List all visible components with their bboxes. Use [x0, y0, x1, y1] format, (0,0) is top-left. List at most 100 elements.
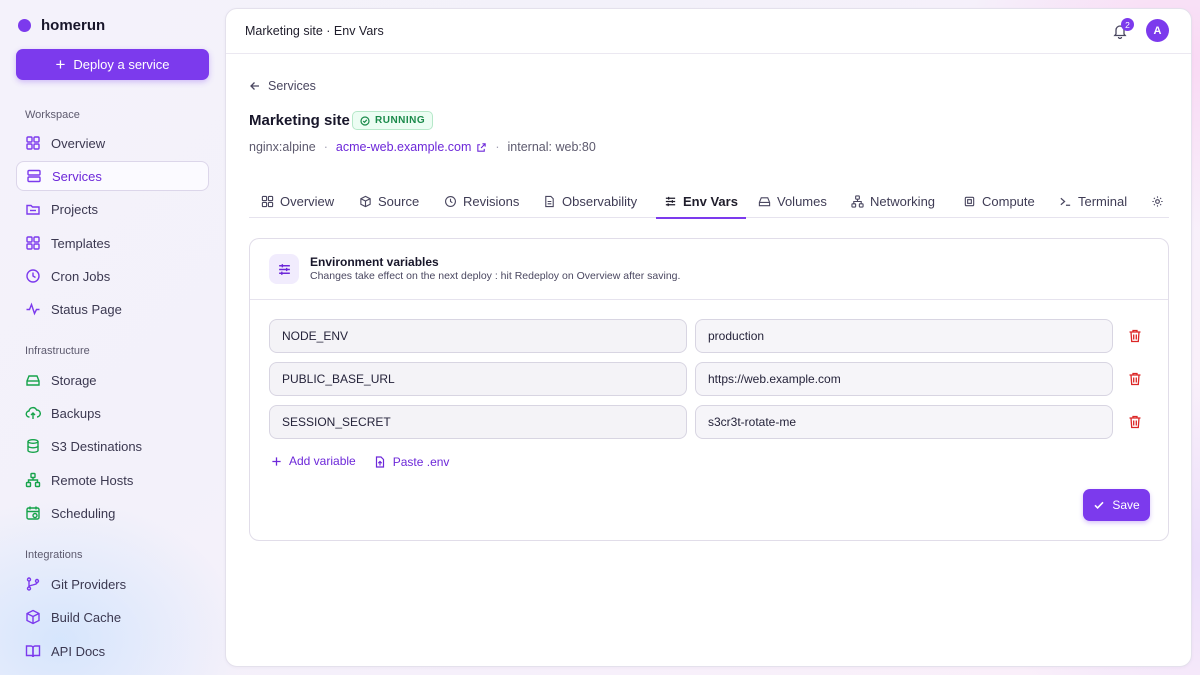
tab-observability[interactable]: Observability: [543, 184, 637, 218]
tab-volumes[interactable]: Volumes: [758, 184, 827, 218]
notification-count-badge: 2: [1121, 18, 1134, 31]
database-icon: [24, 438, 41, 455]
nav-section-workspace: Workspace: [25, 109, 80, 121]
service-meta: nginx:alpine · acme-web.example.com · in…: [249, 140, 596, 154]
sidebar-item-git-providers[interactable]: Git Providers: [16, 569, 209, 599]
sidebar-item-build-cache[interactable]: Build Cache: [16, 602, 209, 632]
service-domain-link[interactable]: acme-web.example.com: [336, 140, 487, 154]
paste-env-button[interactable]: Paste .env: [374, 455, 449, 469]
separator-dot: ·: [323, 140, 328, 154]
history-icon: [445, 195, 456, 207]
tab-env-vars[interactable]: Env Vars: [656, 184, 746, 219]
hard-drive-icon: [24, 372, 41, 389]
env-value-input[interactable]: s3cr3t-rotate-me: [695, 405, 1113, 439]
card-header: Environment variables Changes take effec…: [250, 239, 1168, 300]
plus-icon: [272, 456, 281, 466]
add-actions: Add variable Paste .env: [271, 453, 449, 469]
tab-terminal[interactable]: Terminal: [1059, 184, 1127, 218]
env-key-input[interactable]: PUBLIC_BASE_URL: [269, 362, 687, 396]
network-icon: [24, 472, 41, 489]
tab-revisions[interactable]: Revisions: [444, 184, 519, 218]
tab-overview[interactable]: Overview: [261, 184, 334, 218]
service-title: Marketing site: [249, 112, 350, 129]
sidebar-item-label: Remote Hosts: [51, 472, 134, 488]
sliders-icon: [665, 196, 676, 206]
topbar: Marketing site · Env Vars: [226, 9, 1191, 54]
sidebar-item-label: Overview: [51, 135, 106, 151]
git-branch-icon: [24, 576, 41, 593]
gear-icon: [1152, 195, 1163, 207]
sidebar-item-label: Storage: [51, 372, 97, 388]
sidebar: homerun + Deploy a service Workspace Ove…: [0, 0, 225, 675]
sidebar-item-label: Cron Jobs: [51, 268, 111, 284]
server-icon: [25, 168, 42, 185]
sidebar-item-templates[interactable]: Templates: [16, 228, 209, 258]
separator-dot: ·: [495, 140, 500, 154]
sidebar-item-s3-destinations[interactable]: S3 Destinations: [16, 431, 209, 461]
sidebar-item-storage[interactable]: Storage: [16, 365, 209, 395]
tab-settings[interactable]: [1151, 184, 1164, 218]
nav-section-integrations: Integrations: [25, 549, 83, 561]
back-link[interactable]: Services: [249, 79, 316, 93]
brand[interactable]: homerun: [18, 17, 105, 34]
sidebar-item-label: Projects: [51, 201, 98, 217]
tab-label: Env Vars: [683, 193, 738, 209]
env-var-row: SESSION_SECRET s3cr3t-rotate-me: [269, 405, 1149, 439]
env-var-row: PUBLIC_BASE_URL https://web.example.com: [269, 362, 1149, 396]
deploy-service-button[interactable]: + Deploy a service: [16, 49, 209, 80]
tab-label: Compute: [982, 193, 1035, 209]
network-icon: [851, 194, 864, 208]
check-icon: [1094, 501, 1104, 510]
sidebar-item-scheduling[interactable]: Scheduling: [16, 498, 209, 528]
service-image: nginx:alpine: [249, 140, 316, 154]
service-internal-address: internal: web:80: [507, 140, 596, 154]
add-variable-button[interactable]: Add variable: [271, 453, 356, 469]
file-upload-icon: [375, 456, 384, 468]
main-panel: Marketing site · Env Vars 2 A Services M…: [225, 8, 1192, 667]
tab-label: Overview: [280, 193, 335, 209]
trash-icon[interactable]: [1127, 414, 1143, 430]
env-key-input[interactable]: NODE_ENV: [269, 319, 687, 353]
hard-drive-icon: [758, 196, 771, 206]
tab-source[interactable]: Source: [359, 184, 419, 218]
sidebar-item-overview[interactable]: Overview: [16, 128, 209, 158]
pulse-icon: [24, 301, 41, 318]
save-button[interactable]: Save: [1083, 489, 1150, 521]
env-vars-card: Environment variables Changes take effec…: [249, 238, 1169, 541]
card-subtitle: Changes take effect on the next deploy :…: [310, 270, 681, 282]
tab-label: Observability: [562, 193, 638, 209]
env-value-input[interactable]: production: [695, 319, 1113, 353]
sidebar-item-status-page[interactable]: Status Page: [16, 294, 209, 324]
service-domain: acme-web.example.com: [335, 140, 472, 154]
sidebar-item-label: Backups: [51, 405, 101, 421]
status-label: RUNNING: [375, 115, 426, 126]
tab-compute[interactable]: Compute: [963, 184, 1035, 218]
sidebar-item-cron-jobs[interactable]: Cron Jobs: [16, 261, 209, 291]
sliders-icon: [269, 254, 299, 284]
env-key-input[interactable]: SESSION_SECRET: [269, 405, 687, 439]
avatar[interactable]: A: [1146, 19, 1169, 42]
folder-icon: [24, 201, 41, 218]
cube-icon: [360, 195, 371, 207]
sidebar-item-label: Scheduling: [51, 505, 116, 521]
tab-networking[interactable]: Networking: [851, 184, 935, 218]
calendar-clock-icon: [24, 505, 41, 522]
book-icon: [24, 643, 41, 660]
save-label: Save: [1112, 498, 1140, 512]
grid-icon: [261, 195, 274, 207]
sidebar-item-services[interactable]: Services: [16, 161, 209, 191]
sidebar-item-remote-hosts[interactable]: Remote Hosts: [16, 465, 209, 495]
external-link-icon: [477, 142, 487, 152]
trash-icon[interactable]: [1127, 328, 1143, 344]
trash-icon[interactable]: [1127, 371, 1143, 387]
sidebar-item-label: API Docs: [51, 643, 106, 659]
env-value-input[interactable]: https://web.example.com: [695, 362, 1113, 396]
sidebar-item-label: Status Page: [51, 301, 122, 317]
clock-icon: [24, 268, 41, 285]
sidebar-item-backups[interactable]: Backups: [16, 398, 209, 428]
sidebar-item-projects[interactable]: Projects: [16, 194, 209, 224]
deploy-service-label: Deploy a service: [73, 57, 170, 72]
sidebar-item-label: Git Providers: [51, 576, 127, 592]
sidebar-item-api-docs[interactable]: API Docs: [16, 636, 209, 666]
cpu-icon: [964, 196, 975, 206]
